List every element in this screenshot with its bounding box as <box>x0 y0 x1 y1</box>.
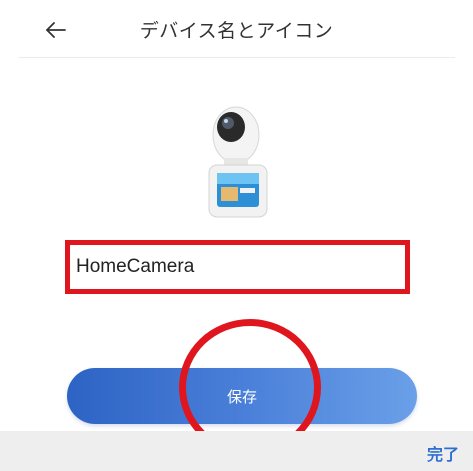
header-bar: デバイス名とアイコン <box>0 0 473 60</box>
header-divider <box>18 57 455 58</box>
done-button[interactable]: 完了 <box>427 441 459 465</box>
footer-bar: 完了 <box>0 431 473 471</box>
camera-device-image <box>208 106 268 218</box>
device-name-input[interactable] <box>62 243 402 291</box>
save-button[interactable]: 保存 <box>67 368 417 424</box>
page-title: デバイス名とアイコン <box>139 20 334 42</box>
